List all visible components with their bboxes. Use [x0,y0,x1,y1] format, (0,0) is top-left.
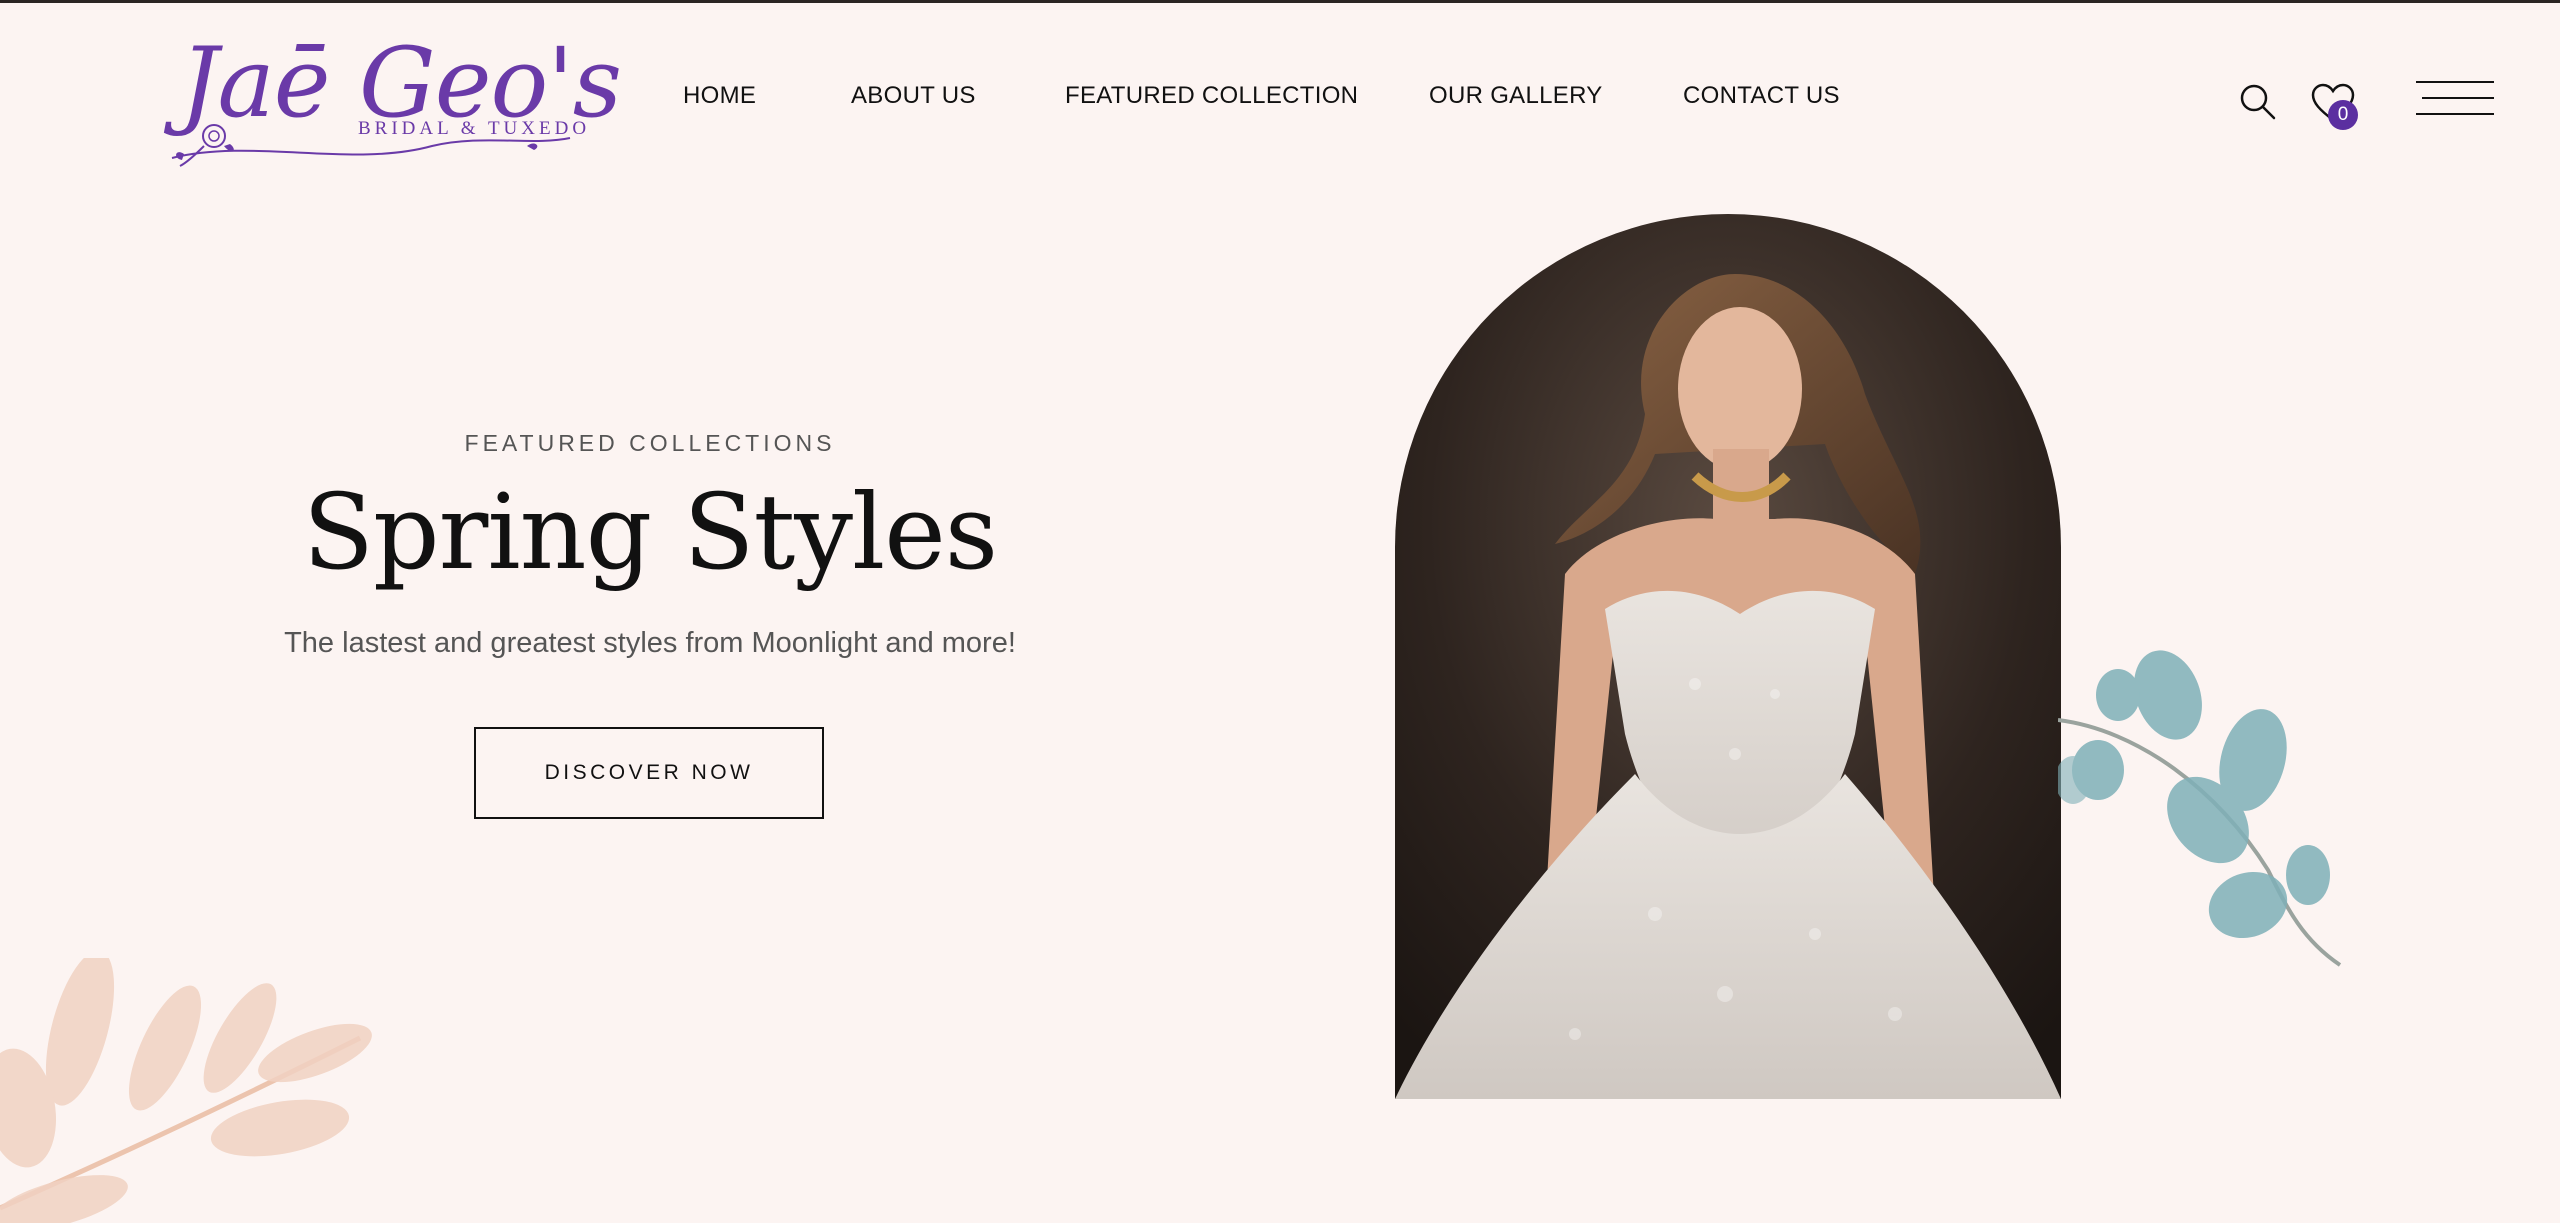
nav-featured-collection[interactable]: FEATURED COLLECTION [1065,82,1358,110]
wishlist-count-badge: 0 [2328,100,2358,130]
peach-leaf-branch-icon [0,958,372,1223]
nav-home[interactable]: HOME [683,82,756,110]
eucalyptus-branch-icon [2058,650,2342,967]
hamburger-menu-icon[interactable] [2414,78,2496,126]
logo-tagline: BRIDAL & TUXEDO [358,118,591,139]
search-icon[interactable] [2238,82,2278,126]
nav-about-us[interactable]: ABOUT US [851,82,976,110]
hero-eyebrow: FEATURED COLLECTIONS [464,430,836,456]
nav-our-gallery[interactable]: OUR GALLERY [1429,82,1603,110]
hero-title: Spring Styles [302,471,998,593]
top-border [0,0,2560,3]
hero-text: FEATURED COLLECTIONS Spring Styles The l… [170,430,1130,660]
hero-subtitle: The lastest and greatest styles from Moo… [284,627,1016,659]
brand-logo[interactable]: Jaē Geo's BRIDAL & TUXEDO [132,28,622,173]
nav-contact-us[interactable]: CONTACT US [1683,82,1840,110]
hero-bride-image [1395,214,2061,1099]
discover-now-button[interactable]: DISCOVER NOW [474,727,824,819]
